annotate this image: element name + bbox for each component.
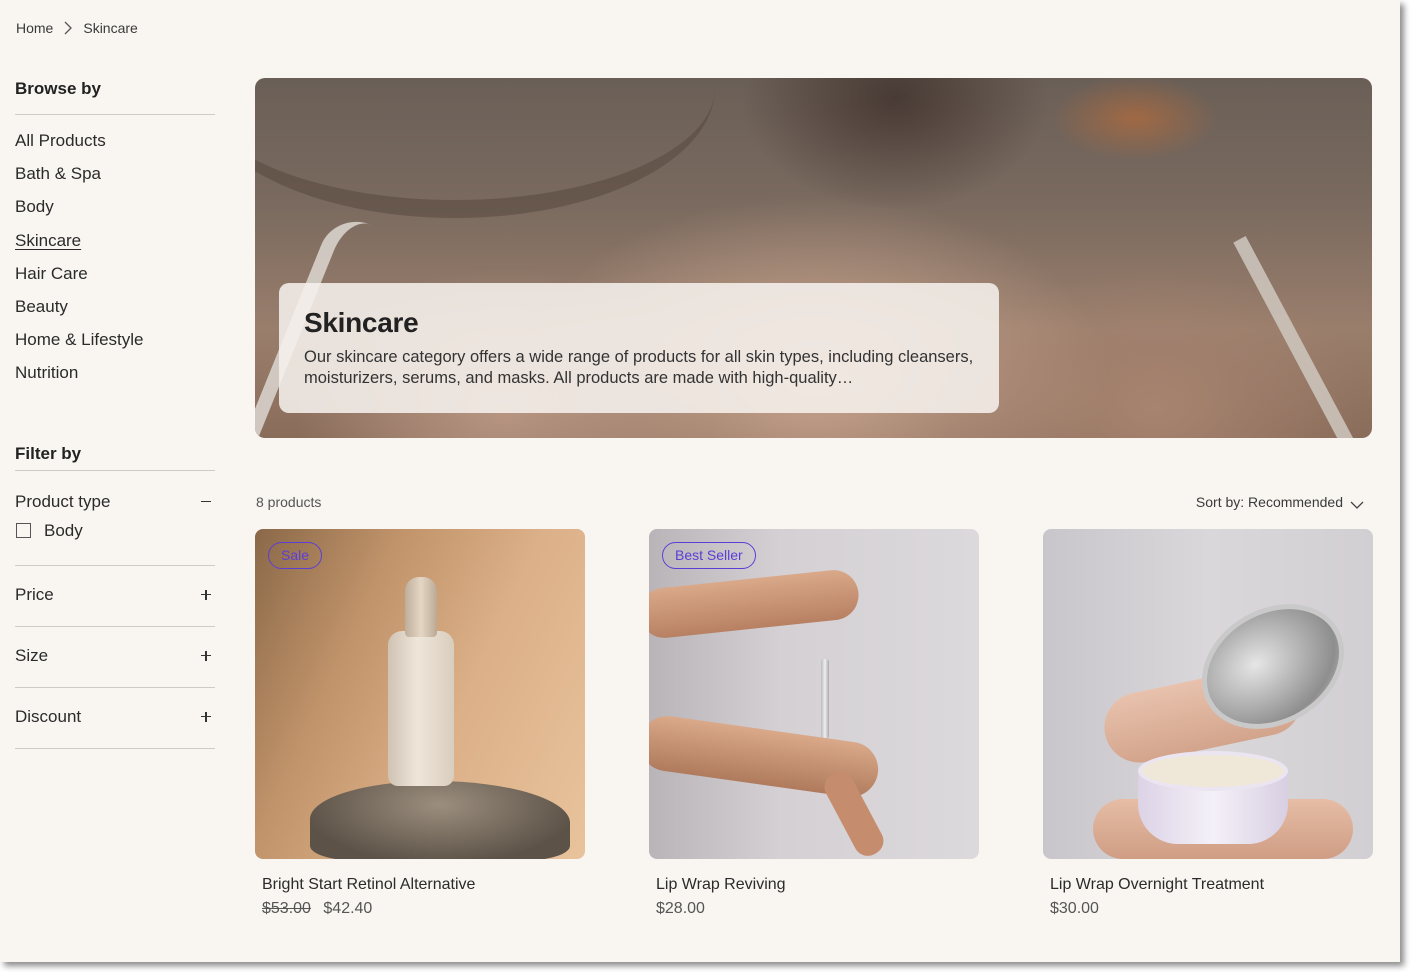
hero-image-detail	[1233, 223, 1372, 438]
category-label: Body	[15, 197, 54, 217]
product-image[interactable]	[1043, 529, 1373, 859]
sale-price: $42.40	[323, 900, 373, 917]
category-skincare[interactable]: Skincare	[15, 228, 215, 261]
category-description: Our skincare category offers a wide rang…	[304, 348, 974, 387]
filter-discount: Discount	[15, 688, 215, 749]
breadcrumb: Home Skincare	[16, 20, 138, 36]
category-label: Hair Care	[15, 263, 88, 283]
product-image[interactable]: Sale	[255, 529, 585, 859]
category-label: Nutrition	[15, 363, 79, 383]
category-beauty[interactable]: Beauty	[15, 294, 215, 327]
filter-option-body[interactable]: Body	[15, 521, 215, 541]
plus-icon	[199, 649, 213, 663]
category-hero-banner: Skincare Our skincare category offers a …	[255, 78, 1372, 438]
product-price: $53.00 $42.40	[255, 900, 585, 918]
filter-label: Discount	[15, 706, 82, 726]
filter-price-toggle[interactable]: Price	[15, 566, 215, 624]
product-image-detail	[405, 577, 437, 637]
product-image-detail	[649, 567, 862, 641]
product-image-detail	[310, 781, 570, 859]
sale-badge: Sale	[268, 542, 323, 569]
category-all-products[interactable]: All Products	[15, 128, 215, 161]
plus-icon	[199, 710, 213, 724]
category-nutrition[interactable]: Nutrition	[15, 360, 215, 393]
product-grid: Sale Bright Start Retinol Alternative $5…	[255, 529, 1373, 918]
best-seller-badge: Best Seller	[662, 542, 756, 569]
filter-discount-toggle[interactable]: Discount	[15, 688, 215, 746]
sort-label: Sort by: Recommended	[1195, 494, 1343, 510]
category-label: Skincare	[15, 230, 82, 250]
filter-label: Price	[15, 584, 54, 604]
chevron-right-icon	[63, 21, 73, 35]
category-label: Home & Lifestyle	[15, 330, 144, 350]
plus-icon	[199, 588, 213, 602]
hero-image-detail	[255, 78, 715, 218]
breadcrumb-home[interactable]: Home	[16, 20, 53, 36]
chevron-down-icon	[1350, 497, 1364, 509]
product-count: 8 products	[256, 494, 322, 510]
category-title: Skincare	[304, 307, 419, 338]
page-frame: Home Skincare Browse by All Products Bat…	[0, 0, 1400, 962]
sidebar: Browse by All Products Bath & Spa Body S…	[15, 78, 215, 749]
filter-label: Product type	[15, 491, 111, 511]
product-name[interactable]: Bright Start Retinol Alternative	[255, 876, 585, 894]
filter-label: Size	[15, 645, 49, 665]
sort-dropdown[interactable]: Sort by: Recommended	[1196, 494, 1364, 510]
category-hair-care[interactable]: Hair Care	[15, 261, 215, 294]
minus-icon	[199, 495, 213, 509]
filter-size-toggle[interactable]: Size	[15, 627, 215, 685]
checkbox[interactable]	[16, 523, 31, 538]
browse-by-heading: Browse by	[15, 78, 215, 115]
product-name[interactable]: Lip Wrap Reviving	[649, 876, 979, 894]
category-label: Bath & Spa	[15, 164, 102, 184]
product-card[interactable]: Sale Bright Start Retinol Alternative $5…	[255, 529, 585, 918]
price: $28.00	[656, 900, 705, 917]
product-image-detail	[1138, 751, 1288, 791]
product-price: $30.00	[1043, 900, 1373, 918]
price: $30.00	[1050, 900, 1099, 917]
category-label: Beauty	[15, 296, 68, 316]
category-label: All Products	[15, 131, 106, 150]
filter-size: Size	[15, 627, 215, 688]
filter-by-heading: Filter by	[15, 444, 215, 471]
category-list: All Products Bath & Spa Body Skincare Ha…	[15, 128, 215, 394]
product-price: $28.00	[649, 900, 979, 918]
filter-product-type: Product type Body	[15, 471, 215, 566]
product-image-detail	[821, 659, 829, 739]
category-body[interactable]: Body	[15, 194, 215, 227]
category-bath-spa[interactable]: Bath & Spa	[15, 161, 215, 194]
original-price: $53.00	[262, 900, 311, 917]
filter-option-label: Body	[44, 520, 83, 540]
product-image-detail	[388, 631, 454, 786]
product-name[interactable]: Lip Wrap Overnight Treatment	[1043, 876, 1373, 894]
filter-price: Price	[15, 566, 215, 627]
product-card[interactable]: Best Seller Lip Wrap Reviving $28.00	[649, 529, 979, 918]
product-card[interactable]: Lip Wrap Overnight Treatment $30.00	[1043, 529, 1373, 918]
product-image[interactable]: Best Seller	[649, 529, 979, 859]
category-home-lifestyle[interactable]: Home & Lifestyle	[15, 327, 215, 360]
breadcrumb-current: Skincare	[83, 20, 138, 36]
hero-text-card: Skincare Our skincare category offers a …	[279, 283, 999, 413]
